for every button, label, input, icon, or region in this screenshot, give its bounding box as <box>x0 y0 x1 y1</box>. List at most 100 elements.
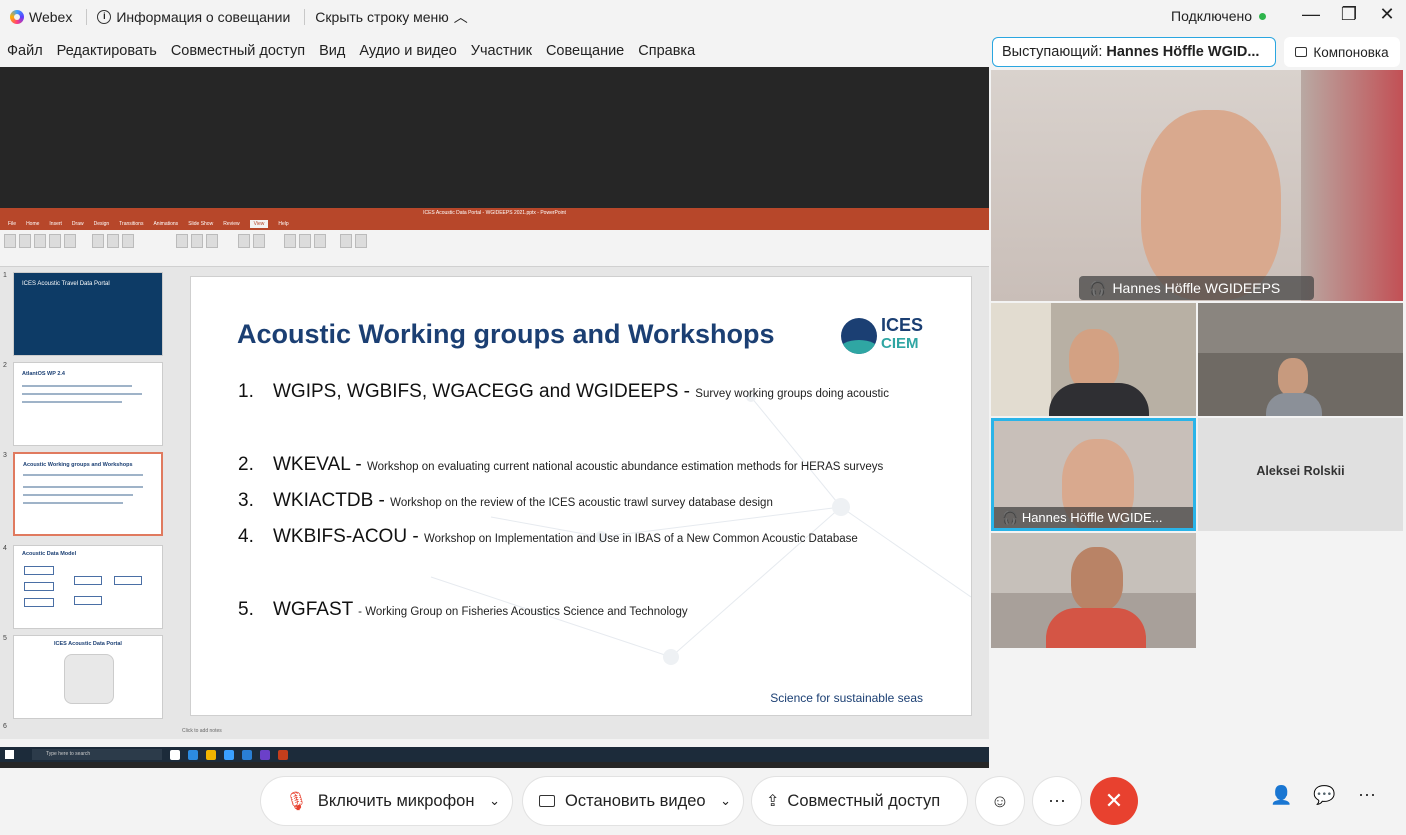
microphone-muted-icon: 🎙 <box>285 790 308 811</box>
slide-list-item: 2. WKEVAL - Workshop on evaluating curren… <box>238 454 884 475</box>
menu-edit[interactable]: Редактировать <box>57 43 157 59</box>
taskbar-app-icon <box>278 749 288 760</box>
participants-button[interactable]: 👤 <box>1270 785 1292 806</box>
slide-thumbnails: 1 ICES Acoustic Travel Data Portal 2 Atl… <box>0 268 180 730</box>
participant-no-video-tile[interactable]: Aleksei Rolskii <box>1198 418 1403 531</box>
participant-face <box>1071 547 1123 611</box>
chevron-down-icon[interactable]: ⌄ <box>720 793 731 809</box>
taskbar-app-icon <box>260 749 270 760</box>
taskbar-app-icon <box>188 749 198 760</box>
ices-logo: ICES CIEM <box>841 315 927 357</box>
menu-participant[interactable]: Участник <box>471 43 532 59</box>
video-camera-icon <box>539 795 555 807</box>
ppt-tab: Slide Show <box>188 221 214 227</box>
participant-name: Aleksei Rolskii <box>1256 464 1345 478</box>
ribbon-group <box>4 234 76 262</box>
ices-logo-mark <box>841 318 877 354</box>
ppt-status-bar <box>0 739 989 747</box>
thumb-line <box>22 393 142 395</box>
minimize-icon[interactable]: — <box>1302 4 1320 25</box>
close-x-icon: ✕ <box>1104 788 1124 813</box>
layout-icon <box>1295 47 1308 57</box>
ppt-tab: Insert <box>49 221 62 227</box>
restore-icon[interactable]: ❐ <box>1340 4 1358 25</box>
taskbar-app-icon <box>170 749 180 760</box>
windows-start-icon <box>5 750 14 759</box>
thumb-number: 5 <box>3 635 7 642</box>
chevron-down-icon[interactable]: ⌄ <box>489 793 500 809</box>
thumb-line <box>23 502 123 504</box>
menu-file[interactable]: Файл <box>7 43 43 59</box>
ppt-window-title: ICES Acoustic Data Portal - WGIDEEPS 202… <box>0 208 989 218</box>
thumb-number: 4 <box>3 545 7 552</box>
webex-logo-icon <box>10 10 24 24</box>
ppt-tab: Design <box>93 221 110 227</box>
ppt-ribbon <box>0 230 989 267</box>
taskbar-app-icon <box>206 749 216 760</box>
participant-video[interactable] <box>1198 303 1403 416</box>
menu-audio-video[interactable]: Аудио и видео <box>359 43 456 59</box>
taskbar-app-icon <box>242 749 252 760</box>
thumb-number: 3 <box>3 452 7 459</box>
background-object <box>1301 70 1403 301</box>
main-speaker-video[interactable] <box>991 70 1403 301</box>
thumb-number: 6 <box>3 723 7 730</box>
ppt-tab: Help <box>278 221 289 227</box>
ribbon-group <box>340 234 367 262</box>
menu-share[interactable]: Совместный доступ <box>171 43 305 59</box>
active-speaker-field[interactable]: Выступающий: Hannes Höffle WGID... <box>992 37 1276 67</box>
info-icon: i <box>97 10 112 24</box>
notes-placeholder: Click to add notes <box>182 728 222 734</box>
close-icon[interactable]: ✕ <box>1378 4 1396 25</box>
slide-list-item: 4. WKBIFS-ACOU - Workshop on Implementati… <box>238 526 858 547</box>
divider <box>304 9 306 25</box>
ppt-tab-active: View <box>249 220 269 228</box>
slide-tagline: Science for sustainable seas <box>770 691 923 705</box>
ppt-tab: File <box>8 221 17 227</box>
ppt-ribbon-tabs: File Home Insert Draw Design Transitions… <box>0 218 989 230</box>
more-dots-icon: ⋯ <box>1048 790 1066 811</box>
slide-list-item: 1. WGIPS, WGBIFS, WGACEGG and WGIDEEPS - … <box>238 381 889 402</box>
thumb-number: 1 <box>3 272 7 279</box>
self-video-label: 🎧 Hannes Höffle WGIDE... <box>1002 510 1163 525</box>
share-button[interactable]: ⇪ Совместный доступ <box>752 777 967 825</box>
ppt-tab: Review <box>223 221 240 227</box>
participant-video[interactable] <box>991 303 1196 416</box>
chat-button[interactable]: 💬 <box>1313 785 1335 806</box>
thumb-line <box>22 401 122 403</box>
more-options-button[interactable]: ⋯ <box>1033 777 1081 825</box>
thumb-title: Acoustic Data Model <box>22 551 77 557</box>
ribbon-group <box>176 234 218 262</box>
thumb-line <box>23 474 143 476</box>
unmute-button[interactable]: 🎙 Включить микрофон ⌄ <box>261 777 512 825</box>
thumb-line <box>22 385 132 387</box>
status-dot-icon <box>1259 12 1266 20</box>
more-dots-icon: ⋯ <box>1358 785 1376 805</box>
leave-meeting-button[interactable]: ✕ <box>1090 777 1138 825</box>
self-video[interactable]: 🎧 Hannes Höffle WGIDE... <box>991 418 1196 531</box>
slide-thumbnail: AtlantOS WP 2.4 <box>13 362 163 446</box>
slide-list-item: 3. WKIACTDB - Workshop on the review of t… <box>238 490 773 511</box>
taskbar-search: Type here to search <box>32 749 162 760</box>
menu-meeting[interactable]: Совещание <box>546 43 624 59</box>
menu-view[interactable]: Вид <box>319 43 345 59</box>
headset-icon: 🎧 <box>1002 510 1022 525</box>
meeting-info-button[interactable]: i Информация о совещании <box>97 9 290 25</box>
reactions-button[interactable]: ☺ <box>976 777 1024 825</box>
layout-button[interactable]: Компоновка <box>1284 37 1400 67</box>
stop-video-button[interactable]: Остановить видео ⌄ <box>523 777 743 825</box>
participant-video[interactable] <box>991 533 1196 648</box>
ppt-tab: Home <box>26 221 40 227</box>
ppt-tab: Draw <box>71 221 84 227</box>
hide-menu-button[interactable]: Скрыть строку меню ︿ <box>315 7 467 27</box>
chevron-up-icon: ︿ <box>453 9 468 25</box>
share-upload-icon: ⇪ <box>766 793 780 810</box>
emoji-icon: ☺ <box>990 790 1010 811</box>
more-panels-button[interactable]: ⋯ <box>1358 785 1376 806</box>
menu-help[interactable]: Справка <box>638 43 695 59</box>
participant-face <box>1069 329 1119 391</box>
slide-thumbnail: Acoustic Data Model <box>13 545 163 629</box>
thumb-line <box>23 486 143 488</box>
participant-face <box>1278 358 1308 396</box>
taskbar-app-icon <box>224 749 234 760</box>
